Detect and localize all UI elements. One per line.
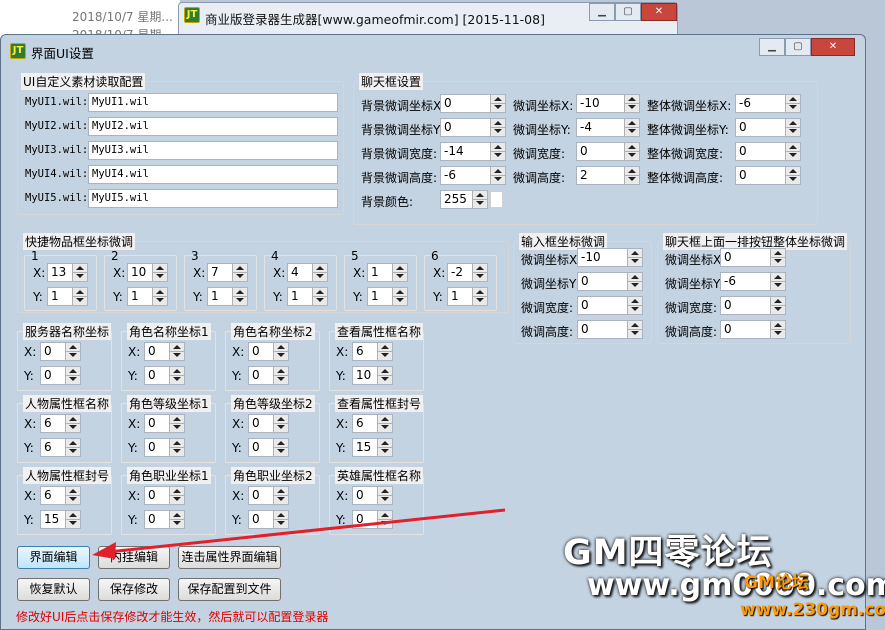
watermark-url: www.gm0000.com [587, 568, 885, 603]
watermark-url-2: www.230gm.com [740, 600, 885, 620]
watermark-logo-text: GM论坛 [744, 573, 809, 593]
